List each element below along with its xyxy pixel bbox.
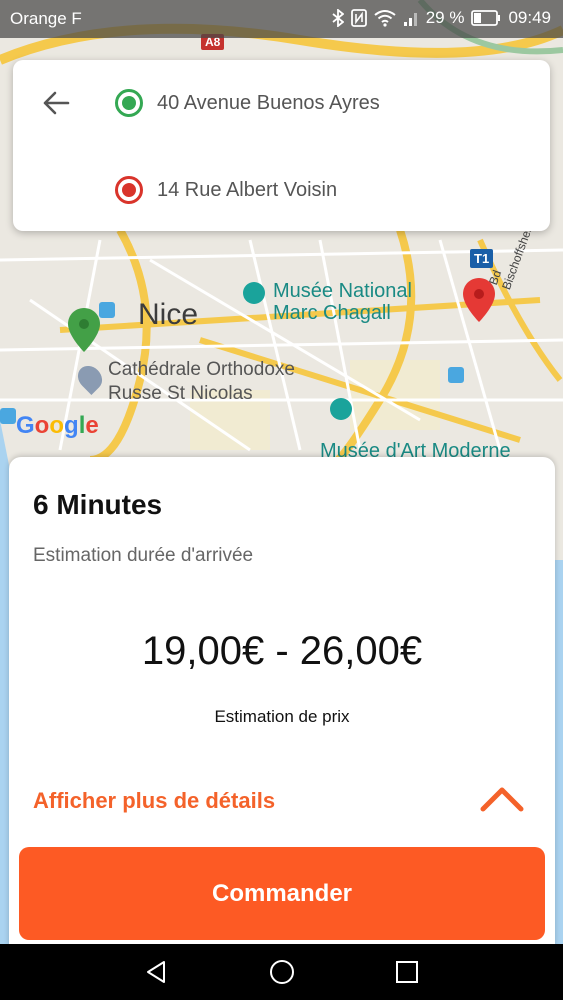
destination-address-row[interactable]: 14 Rue Albert Voisin	[115, 176, 337, 204]
nav-recents-button[interactable]	[392, 957, 422, 987]
poi-church-label[interactable]: Cathédrale Orthodoxe Russe St Nicolas	[108, 358, 295, 406]
carrier-label: Orange F	[10, 9, 82, 28]
train-station-icon[interactable]	[0, 408, 16, 424]
chevron-up-icon[interactable]	[479, 783, 525, 815]
navigation-bar	[0, 944, 563, 1000]
battery-icon	[471, 10, 501, 26]
origin-address: 40 Avenue Buenos Ayres	[157, 91, 380, 114]
back-arrow-icon	[43, 91, 70, 115]
price-label: Estimation de prix	[214, 707, 350, 726]
wifi-icon	[374, 10, 396, 27]
origin-dot-icon	[115, 89, 143, 117]
bluetooth-icon	[332, 9, 344, 27]
destination-map-pin-icon[interactable]	[463, 278, 495, 322]
city-label: Nice	[138, 298, 199, 331]
museum-icon[interactable]	[243, 282, 265, 304]
eta-title: 6 Minutes	[33, 489, 163, 520]
show-details-link[interactable]: Afficher plus de détails	[33, 788, 275, 814]
destination-dot-icon	[115, 176, 143, 204]
destination-address: 14 Rue Albert Voisin	[157, 178, 338, 201]
price-range: 19,00€ - 26,00€	[141, 629, 423, 673]
origin-address-row[interactable]: 40 Avenue Buenos Ayres	[115, 89, 380, 117]
recents-nav-icon	[396, 961, 418, 983]
clock: 09:49	[508, 8, 551, 27]
signal-icon	[403, 13, 417, 26]
google-logo: Google	[16, 412, 99, 439]
museum-icon[interactable]	[330, 398, 352, 420]
eta-subtitle: Estimation durée d'arrivée	[33, 545, 254, 566]
transit-badge-t1: T1	[470, 249, 494, 268]
nfc-icon	[350, 9, 367, 27]
address-card: 40 Avenue Buenos Ayres 14 Rue Albert Voi…	[13, 60, 550, 231]
origin-map-pin-icon[interactable]	[68, 308, 100, 352]
nav-back-button[interactable]	[141, 957, 171, 987]
back-nav-icon	[147, 961, 165, 983]
order-button[interactable]: Commander	[19, 847, 545, 940]
nav-home-button[interactable]	[267, 957, 297, 987]
train-station-icon[interactable]	[99, 302, 115, 318]
home-nav-icon	[270, 960, 294, 984]
status-bar: Orange F 29 % 09:49	[0, 0, 563, 38]
poi-chagall-label[interactable]: Musée National Marc Chagall	[273, 280, 412, 324]
back-button[interactable]	[39, 86, 73, 120]
battery-percent: 29 %	[425, 8, 465, 27]
train-station-icon[interactable]	[448, 367, 464, 383]
